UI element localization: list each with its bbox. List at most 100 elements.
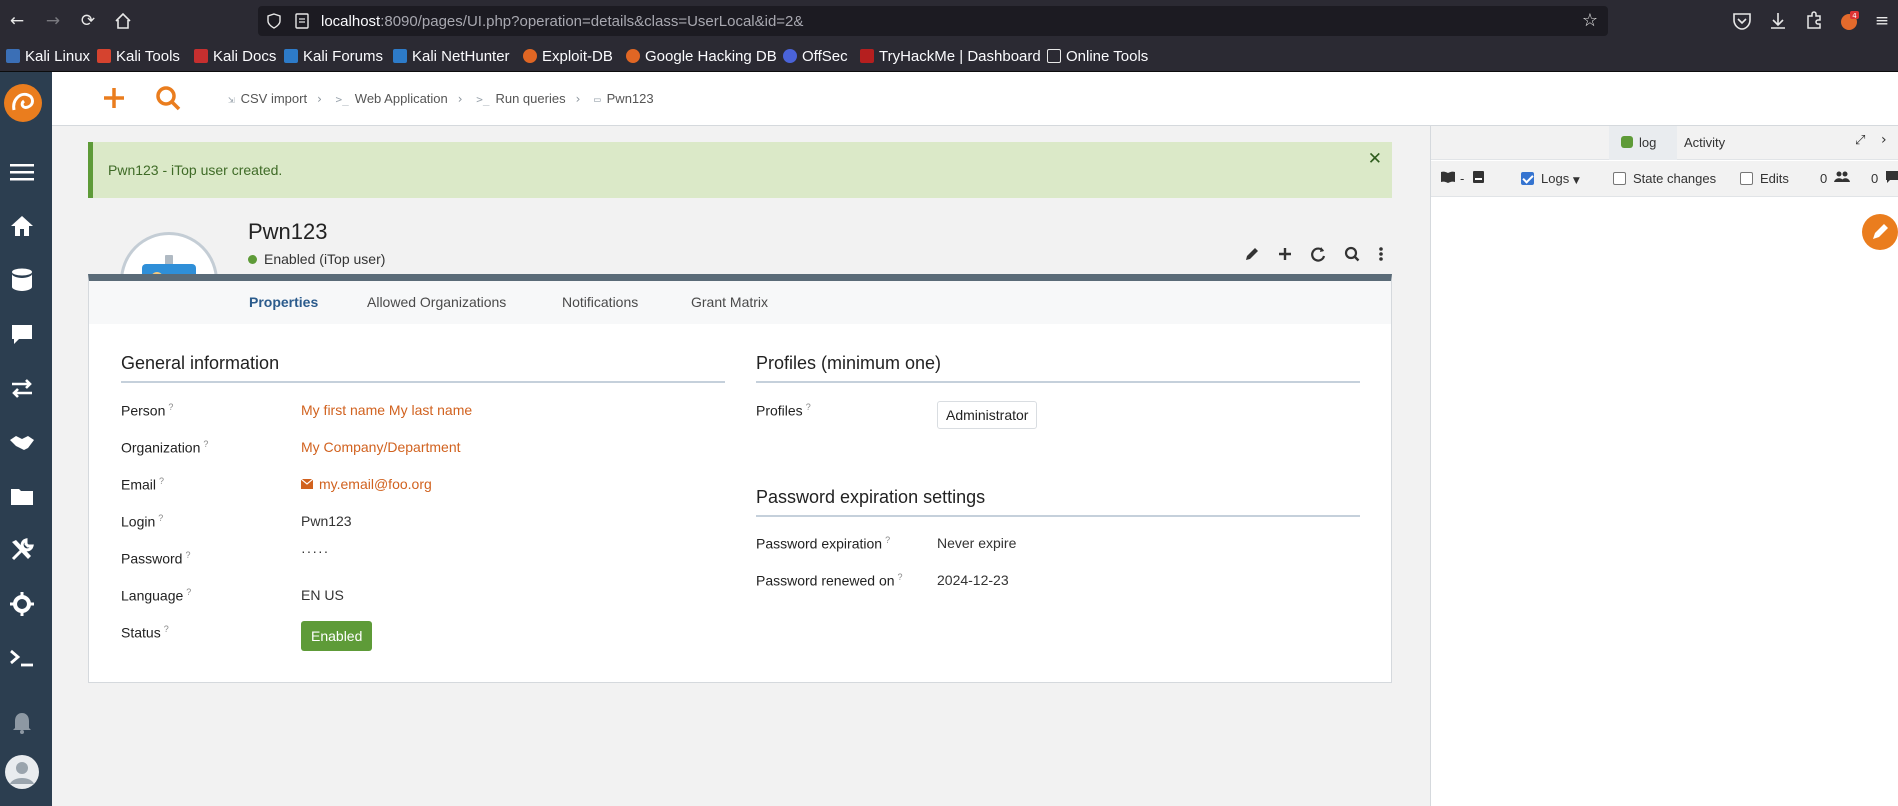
- folder-nav-icon[interactable]: [8, 482, 36, 510]
- bookmark-label: Exploit-DB: [542, 48, 613, 65]
- itop-logo[interactable]: [4, 84, 42, 122]
- expand-icon[interactable]: ⤢: [1855, 133, 1865, 148]
- help-icon[interactable]: ?: [806, 402, 811, 412]
- breadcrumb-item-current[interactable]: ▭ Pwn123: [594, 91, 654, 106]
- section-divider: [121, 381, 725, 383]
- page-info-icon[interactable]: [294, 13, 310, 29]
- users-icon[interactable]: [1834, 171, 1850, 186]
- gear-icon[interactable]: [8, 590, 36, 618]
- transfer-arrows-icon[interactable]: [8, 374, 36, 402]
- tab-activity[interactable]: Activity: [1684, 135, 1725, 150]
- help-icon[interactable]: ?: [186, 587, 191, 597]
- refresh-icon[interactable]: [1309, 244, 1327, 264]
- download-icon[interactable]: [1767, 10, 1789, 32]
- closed-book-icon[interactable]: [1473, 171, 1484, 186]
- reload-icon[interactable]: ⟳: [76, 9, 100, 33]
- terminal-nav-icon[interactable]: [8, 644, 36, 672]
- close-icon[interactable]: ✕: [1368, 149, 1382, 169]
- help-icon[interactable]: ?: [185, 550, 190, 560]
- breadcrumb-item-csv-import[interactable]: ⇲ CSV import: [228, 91, 307, 106]
- new-object-plus-icon[interactable]: [100, 84, 128, 112]
- help-icon[interactable]: ?: [164, 624, 169, 634]
- tools-icon[interactable]: [8, 536, 36, 564]
- comment-icon[interactable]: [1886, 171, 1898, 186]
- chat-bubble-icon[interactable]: [8, 320, 36, 348]
- bookmark-kali-linux[interactable]: Kali Linux: [6, 48, 90, 65]
- new-entry-button[interactable]: [1862, 214, 1898, 250]
- bookmark-kali-docs[interactable]: Kali Docs: [194, 48, 276, 65]
- breadcrumb-item-web-application[interactable]: >_ Web Application: [336, 91, 448, 106]
- menu-icon[interactable]: ≡: [1870, 9, 1894, 33]
- edit-pencil-icon[interactable]: [1243, 244, 1261, 264]
- pocket-icon[interactable]: [1731, 10, 1753, 32]
- label-text: Organization: [121, 439, 201, 456]
- open-book-icon[interactable]: [1441, 171, 1455, 186]
- url-bar[interactable]: localhost:8090/pages/UI.php?operation=de…: [258, 6, 1608, 36]
- password-renewed-value: 2024-12-23: [937, 572, 1009, 588]
- logs-checkbox[interactable]: [1521, 172, 1534, 185]
- add-plus-icon[interactable]: [1276, 244, 1294, 264]
- more-vertical-icon[interactable]: [1374, 244, 1388, 264]
- success-alert: Pwn123 - iTop user created. ✕: [88, 142, 1392, 198]
- hamburger-menu-icon[interactable]: [8, 158, 36, 186]
- profile-extension-icon[interactable]: 4: [1838, 10, 1860, 32]
- exploit-db-icon: [523, 49, 537, 63]
- extensions-icon[interactable]: [1803, 10, 1825, 32]
- person-link[interactable]: My first name My last name: [301, 402, 472, 418]
- organization-link[interactable]: My Company/Department: [301, 439, 461, 455]
- browser-toolbar: ← → ⟳ localhost:8090/pages/UI.php?operat…: [0, 0, 1898, 42]
- url-path: :8090/pages/UI.php?operation=details&cla…: [380, 13, 804, 30]
- tab-grant-matrix[interactable]: Grant Matrix: [691, 294, 768, 310]
- edits-checkbox[interactable]: [1740, 172, 1753, 185]
- caret-down-icon[interactable]: ▼: [1573, 176, 1580, 186]
- label-text: Password expiration: [756, 535, 883, 552]
- chevron-right-icon[interactable]: ›: [1881, 132, 1887, 148]
- bookmark-offsec[interactable]: OffSec: [783, 48, 848, 65]
- breadcrumb: ⇲ CSV import › >_ Web Application › >_ Run qu…: [228, 91, 658, 106]
- field-label-profiles: Profiles?: [756, 402, 811, 419]
- user-avatar-icon[interactable]: [4, 754, 40, 790]
- email-link[interactable]: my.email@foo.org: [300, 476, 432, 492]
- bookmark-kali-forums[interactable]: Kali Forums: [284, 48, 383, 65]
- bell-icon[interactable]: [8, 708, 36, 736]
- breadcrumb-item-run-queries[interactable]: >_ Run queries: [476, 91, 565, 106]
- field-label-organization: Organization?: [121, 439, 208, 456]
- tab-allowed-organizations[interactable]: Allowed Organizations: [367, 294, 506, 310]
- bookmark-kali-tools[interactable]: Kali Tools: [97, 48, 180, 65]
- shield-icon[interactable]: [266, 13, 282, 29]
- field-label-password-renewed: Password renewed on?: [756, 572, 903, 589]
- global-search-icon[interactable]: [154, 84, 182, 112]
- forward-icon[interactable]: →: [41, 9, 65, 33]
- help-icon[interactable]: ?: [158, 513, 163, 523]
- logs-filter[interactable]: Logs ▼: [1521, 171, 1580, 186]
- search-icon[interactable]: [1343, 244, 1361, 264]
- state-changes-filter[interactable]: State changes: [1613, 171, 1716, 186]
- help-icon[interactable]: ?: [885, 535, 890, 545]
- database-icon[interactable]: [8, 266, 36, 294]
- handshake-icon[interactable]: [8, 428, 36, 456]
- tab-notifications[interactable]: Notifications: [562, 294, 638, 310]
- back-icon[interactable]: ←: [5, 9, 29, 33]
- help-icon[interactable]: ?: [203, 439, 208, 449]
- section-title-general: General information: [121, 353, 280, 373]
- home-nav-icon[interactable]: [8, 212, 36, 240]
- home-icon[interactable]: [111, 9, 135, 33]
- help-icon[interactable]: ?: [159, 476, 164, 486]
- bookmark-star-icon[interactable]: ☆: [1582, 10, 1598, 31]
- bookmark-label: TryHackMe | Dashboard: [879, 48, 1041, 65]
- bookmark-exploit-db[interactable]: Exploit-DB: [523, 48, 613, 65]
- url-host: localhost: [321, 13, 381, 30]
- state-changes-checkbox[interactable]: [1613, 172, 1626, 185]
- url-text[interactable]: localhost:8090/pages/UI.php?operation=de…: [321, 13, 803, 30]
- bookmark-tryhackme[interactable]: TryHackMe | Dashboard: [860, 48, 1041, 65]
- bookmark-kali-nethunter[interactable]: Kali NetHunter: [393, 48, 510, 65]
- bookmark-google-hacking-db[interactable]: Google Hacking DB: [626, 48, 777, 65]
- tab-log[interactable]: log: [1609, 126, 1677, 160]
- tab-properties[interactable]: Properties: [249, 294, 318, 310]
- profile-chip-administrator[interactable]: Administrator: [937, 401, 1038, 429]
- label-text: Email: [121, 476, 157, 493]
- edits-filter[interactable]: Edits: [1740, 171, 1789, 186]
- bookmark-folder-online-tools[interactable]: Online Tools: [1047, 48, 1148, 65]
- help-icon[interactable]: ?: [168, 402, 173, 412]
- help-icon[interactable]: ?: [898, 572, 903, 582]
